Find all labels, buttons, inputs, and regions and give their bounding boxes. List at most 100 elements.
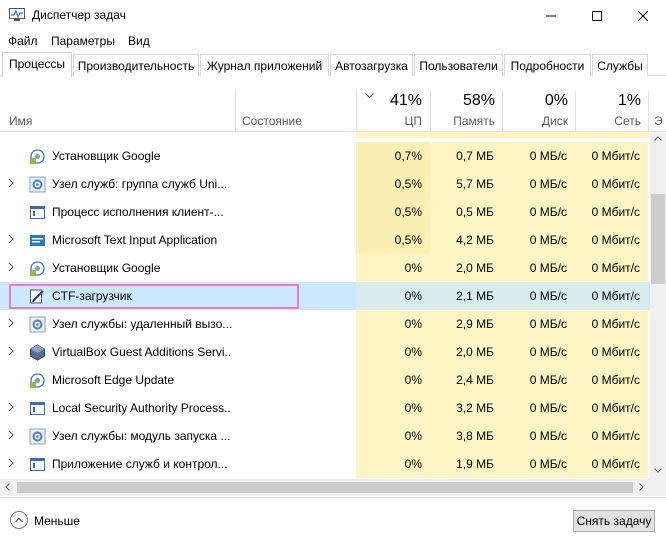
disk-total-percent[interactable]: 0% <box>502 92 568 110</box>
partial-row <box>0 132 650 138</box>
table-row[interactable]: Узел службы: удаленный вызо... 0% 2,9 МБ 0 … <box>0 310 650 338</box>
cpu-total-percent[interactable]: 41% <box>366 92 422 110</box>
vertical-scrollbar[interactable] <box>650 132 666 479</box>
table-row[interactable]: Local Security Authority Process... 0% 3,2… <box>0 394 650 422</box>
cpu-cell: 0,5% <box>394 233 422 247</box>
memory-cell: 2,4 МБ <box>456 373 494 387</box>
tab-users[interactable]: Пользователи <box>414 54 503 76</box>
scroll-up-icon[interactable] <box>654 136 662 141</box>
table-row[interactable]: Узел службы: модуль запуска ... 0% 3,8 МБ 0… <box>0 422 650 450</box>
column-divider[interactable] <box>356 91 357 132</box>
column-network[interactable]: Сеть <box>575 114 641 128</box>
memory-cell: 0,7 МБ <box>456 149 494 163</box>
tab-details[interactable]: Подробности <box>504 54 591 76</box>
disk-cell: 0 МБ/с <box>529 205 567 219</box>
expand-chevron-icon[interactable] <box>8 178 14 188</box>
table-row[interactable]: VirtualBox Guest Additions Servi... 0% 2,0… <box>0 338 650 366</box>
service-host-gear-icon <box>29 176 46 193</box>
menu-view[interactable]: Вид <box>128 34 150 48</box>
maximize-button[interactable] <box>574 0 620 31</box>
horizontal-scroll-thumb[interactable] <box>17 482 633 493</box>
vertical-scroll-thumb[interactable] <box>651 194 665 284</box>
cpu-cell: 0% <box>404 261 422 275</box>
column-cpu[interactable]: ЦП <box>366 114 422 128</box>
disk-cell: 0 МБ/с <box>529 317 567 331</box>
scroll-right-icon[interactable] <box>639 483 644 491</box>
network-cell: 0 Мбит/с <box>591 345 640 359</box>
window-app-icon <box>29 204 46 221</box>
tab-startup[interactable]: Автозагрузка <box>330 54 413 76</box>
fewer-details-link[interactable]: Меньше <box>34 514 80 528</box>
network-cell: 0 Мбит/с <box>591 205 640 219</box>
title-bar: Диспетчер задач <box>0 0 666 31</box>
column-header: Имя Состояние 41% ЦП 58% Память 0% Диск … <box>0 77 666 132</box>
memory-cell: 5,7 МБ <box>456 177 494 191</box>
network-cell: 0 Мбит/с <box>591 261 640 275</box>
disk-cell: 0 МБ/с <box>529 261 567 275</box>
process-name: Приложение служб и контрол... <box>52 457 228 471</box>
column-name[interactable]: Имя <box>9 114 32 128</box>
cpu-cell: 0,5% <box>394 205 422 219</box>
menu-options[interactable]: Параметры <box>51 34 115 48</box>
table-row[interactable]: Установщик Google 0,7% 0,7 МБ 0 МБ/с 0 Мбит/… <box>0 142 650 170</box>
table-row[interactable]: Microsoft Text Input Application 0,5% 4,2 … <box>0 226 650 254</box>
network-cell: 0 Мбит/с <box>591 429 640 443</box>
tab-performance[interactable]: Производительность <box>73 54 199 76</box>
menu-file[interactable]: Файл <box>8 34 38 48</box>
close-icon <box>638 10 648 21</box>
table-row[interactable]: Процесс исполнения клиент-... 0,5% 0,5 МБ 0… <box>0 198 650 226</box>
collapse-chevron-icon[interactable] <box>10 511 28 529</box>
disk-cell: 0 МБ/с <box>529 401 567 415</box>
expand-chevron-icon[interactable] <box>8 234 14 244</box>
memory-cell: 2,9 МБ <box>456 317 494 331</box>
network-cell: 0 Мбит/с <box>591 317 640 331</box>
footer: Меньше Снять задачу <box>0 497 666 545</box>
tab-services[interactable]: Службы <box>592 54 648 76</box>
expand-chevron-icon[interactable] <box>8 262 14 272</box>
column-memory[interactable]: Память <box>430 114 495 128</box>
column-divider[interactable] <box>235 91 236 132</box>
minimize-button[interactable] <box>528 0 574 31</box>
expand-chevron-icon[interactable] <box>8 346 14 356</box>
network-total-percent[interactable]: 1% <box>575 92 641 110</box>
disk-cell: 0 МБ/с <box>529 457 567 471</box>
column-extra[interactable]: Э <box>654 114 663 128</box>
table-row[interactable]: Установщик Google 0% 2,0 МБ 0 МБ/с 0 Мбит/с <box>0 254 650 282</box>
text-input-app-icon <box>29 232 46 249</box>
scroll-down-icon[interactable] <box>654 468 662 473</box>
window-title: Диспетчер задач <box>32 8 126 22</box>
expand-chevron-icon[interactable] <box>8 458 14 468</box>
table-row[interactable]: Приложение служб и контрол... 0% 1,9 МБ 0 М… <box>0 450 650 478</box>
column-state[interactable]: Состояние <box>242 114 302 128</box>
tab-app-history[interactable]: Журнал приложений <box>200 54 329 76</box>
cpu-cell: 0% <box>404 401 422 415</box>
memory-total-percent[interactable]: 58% <box>430 92 495 110</box>
disk-cell: 0 МБ/с <box>529 373 567 387</box>
scroll-left-icon[interactable] <box>5 483 10 491</box>
google-installer-icon <box>29 148 46 165</box>
network-cell: 0 Мбит/с <box>591 177 640 191</box>
process-name: Local Security Authority Process... <box>52 401 232 415</box>
column-disk[interactable]: Диск <box>502 114 568 128</box>
expand-chevron-icon[interactable] <box>8 402 14 412</box>
table-row[interactable]: CTF-загрузчик 0% 2,1 МБ 0 МБ/с 0 Мбит/с <box>0 282 650 310</box>
tab-bar: Процессы Производительность Журнал прило… <box>0 52 666 77</box>
end-task-button[interactable]: Снять задачу <box>573 510 655 532</box>
memory-cell: 0,5 МБ <box>456 205 494 219</box>
table-row[interactable]: Microsoft Edge Update 0% 2,4 МБ 0 МБ/с 0 Мби… <box>0 366 650 394</box>
network-cell: 0 Мбит/с <box>591 233 640 247</box>
cpu-cell: 0% <box>404 317 422 331</box>
window-app-icon <box>29 456 46 473</box>
virtualbox-icon <box>29 344 46 361</box>
expand-chevron-icon[interactable] <box>8 318 14 328</box>
network-cell: 0 Мбит/с <box>591 401 640 415</box>
expand-chevron-icon[interactable] <box>8 430 14 440</box>
column-divider[interactable] <box>648 91 649 132</box>
close-button[interactable] <box>620 0 666 31</box>
process-name: Узел службы: модуль запуска ... <box>52 429 231 443</box>
tab-processes[interactable]: Процессы <box>2 52 72 77</box>
cpu-cell: 0,5% <box>394 177 422 191</box>
table-row[interactable]: Узел служб: группа служб Uni... 0,5% 5,7 М… <box>0 170 650 198</box>
horizontal-scrollbar[interactable] <box>0 479 650 496</box>
memory-cell: 2,0 МБ <box>456 345 494 359</box>
